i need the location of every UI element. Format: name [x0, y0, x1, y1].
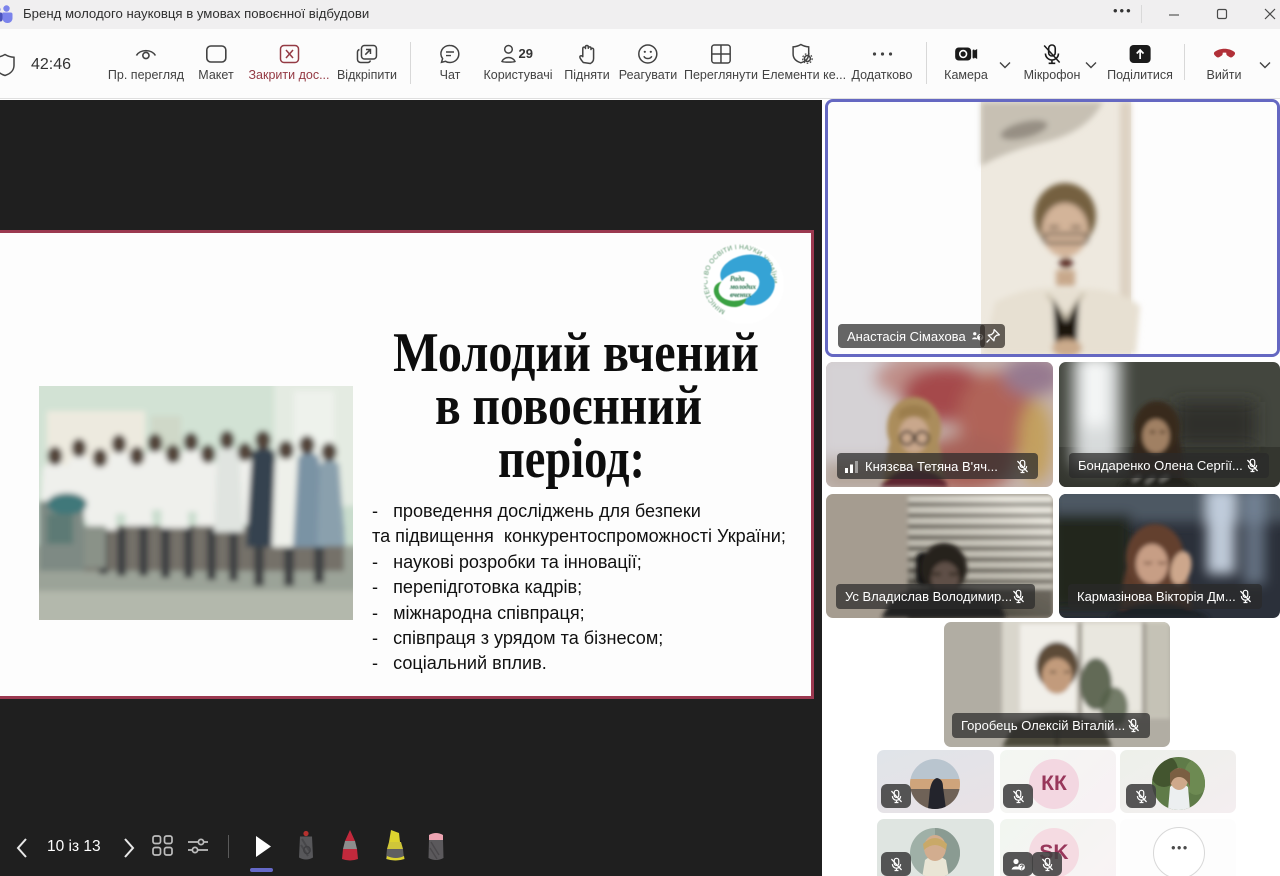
svg-text:Рада: Рада: [730, 275, 745, 283]
svg-text:29: 29: [518, 46, 532, 61]
svg-text:?: ?: [1020, 864, 1024, 871]
svg-text:молодих: молодих: [729, 283, 756, 291]
svg-text:вчених: вчених: [730, 291, 752, 299]
